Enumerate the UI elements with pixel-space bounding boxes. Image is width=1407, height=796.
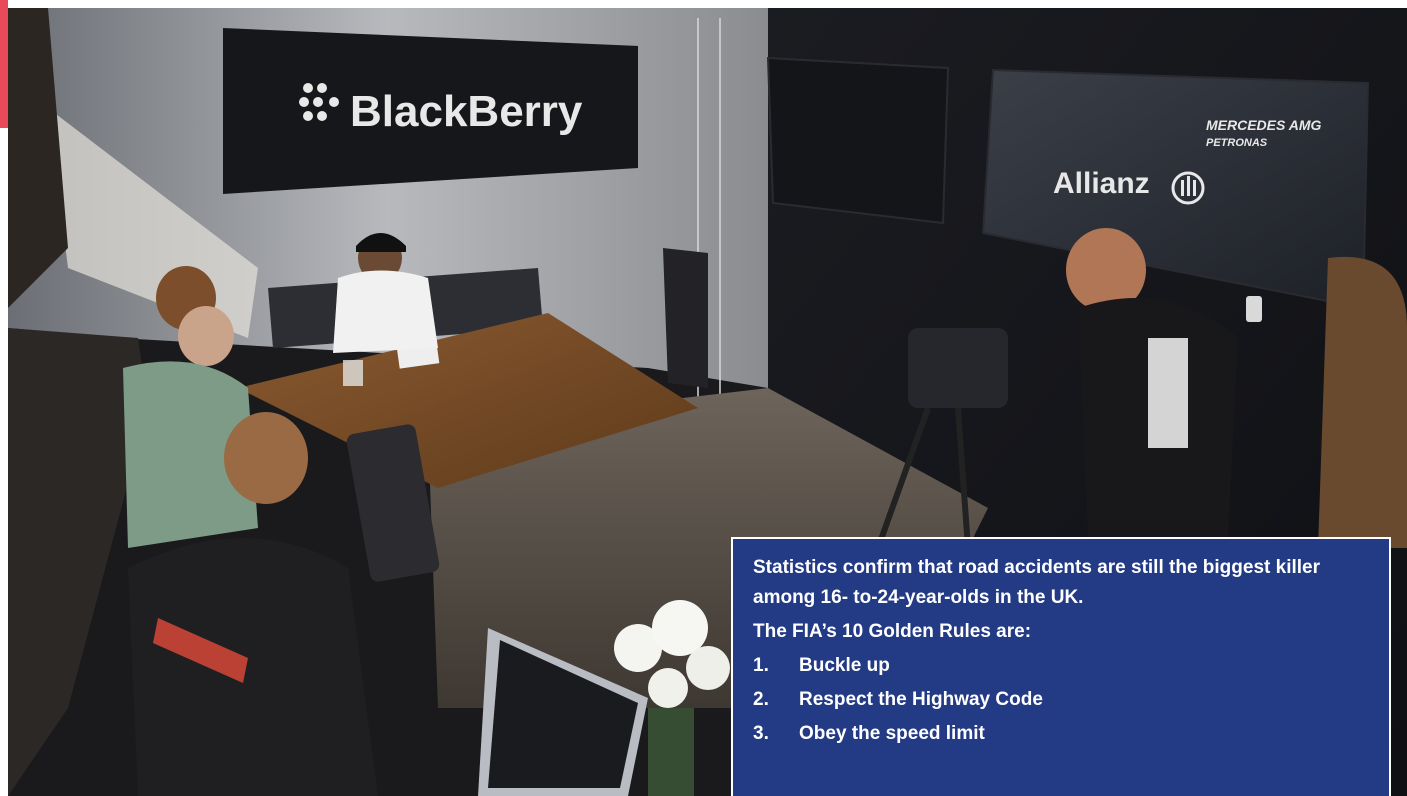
list-item: 1. Buckle up: [753, 651, 1369, 681]
golden-rules-box: Statistics confirm that road accidents a…: [731, 537, 1391, 796]
mercedes-text: MERCEDES AMG: [1206, 117, 1321, 133]
rule-number: 2.: [753, 689, 769, 710]
list-item: 3. Obey the speed limit: [753, 719, 1369, 749]
cameraman-head: [224, 412, 308, 504]
dark-monitor: [766, 56, 950, 225]
list-item: 2. Respect the Highway Code: [753, 685, 1369, 715]
rule-text: Respect the Highway Code: [799, 689, 1043, 710]
chair: [663, 248, 708, 388]
rules-heading: The FIA’s 10 Golden Rules are:: [753, 621, 1032, 642]
intro-text: Statistics confirm that road accidents a…: [753, 557, 1320, 608]
corner-accent: [0, 0, 8, 128]
driver-shirt: [333, 270, 438, 353]
rule-text: Buckle up: [799, 655, 890, 676]
rule-number: 3.: [753, 723, 769, 744]
rules-list: 1. Buckle up 2. Respect the Highway Code…: [753, 651, 1369, 749]
tv-camera-icon: [908, 328, 1008, 408]
allianz-text: Allianz: [1053, 167, 1150, 200]
shirt-panel: [1148, 338, 1188, 448]
petronas-text: PETRONAS: [1206, 137, 1268, 149]
cameraman-shirt: [128, 538, 378, 796]
rule-text: Obey the speed limit: [799, 723, 985, 744]
blackberry-sign-text: BlackBerry: [350, 87, 583, 136]
woman-right: [1318, 256, 1407, 548]
interviewer-head: [178, 306, 234, 366]
phone-icon: [1246, 296, 1262, 322]
glass: [343, 360, 363, 386]
rule-number: 1.: [753, 655, 769, 676]
